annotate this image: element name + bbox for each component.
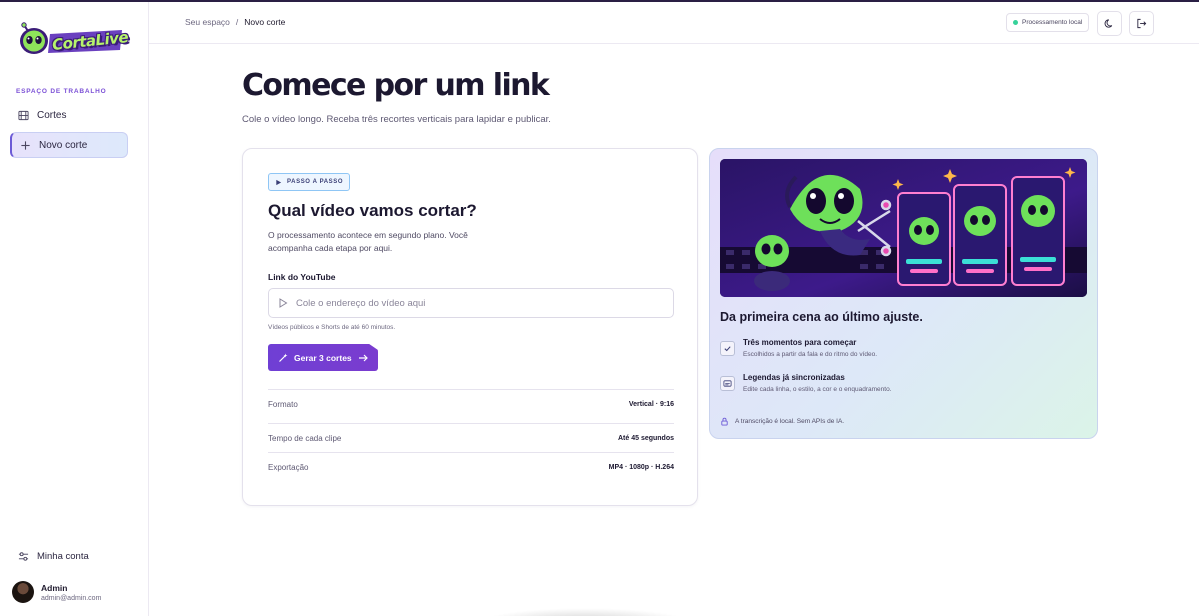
avatar — [12, 581, 34, 603]
user-name: Admin — [41, 582, 68, 593]
sliders-icon — [18, 551, 29, 561]
sidebar-item-label: Novo corte — [39, 139, 88, 151]
spec-value: MP4 · 1080p · H.264 — [608, 463, 674, 471]
sidebar-item-minha-conta[interactable]: Minha conta — [10, 547, 128, 565]
status-text: Processamento local — [1022, 19, 1083, 26]
workspace-section-label: ESPAÇO DE TRABALHO — [16, 88, 107, 95]
breadcrumb-seu-espaco[interactable]: Seu espaço — [185, 17, 230, 27]
breadcrumb-separator: / — [235, 17, 239, 27]
youtube-link-label: Link do YouTube — [268, 272, 336, 282]
privacy-note: A transcrição é local. Sem APIs de IA. — [720, 417, 844, 426]
sidebar: CortaLive ESPAÇO DE TRABALHO Cortes Novo… — [0, 2, 149, 616]
promo-title: Da primeira cena ao último ajuste. — [720, 310, 923, 324]
generate-cuts-button[interactable]: Gerar 3 cortes — [268, 344, 378, 371]
privacy-text: A transcrição é local. Sem APIs de IA. — [735, 418, 845, 425]
page-subtitle: Cole o vídeo longo. Receba três recortes… — [242, 114, 551, 125]
spec-key: Exportação — [268, 462, 309, 472]
feature-item: Três momentos para começar Escolhidos a … — [720, 338, 877, 358]
status-badge: Processamento local — [1006, 13, 1090, 32]
spec-key: Tempo de cada clipe — [268, 433, 342, 443]
feature-title: Três momentos para começar — [743, 338, 857, 347]
form-title: Qual vídeo vamos cortar? — [268, 201, 477, 220]
generate-cuts-label: Gerar 3 cortes — [294, 352, 352, 363]
feature-item: Legendas já sincronizadas Edite cada lin… — [720, 373, 892, 393]
spec-key: Formato — [268, 399, 298, 409]
user-profile[interactable]: Admin admin@admin.com — [12, 581, 101, 603]
magic-wand-icon — [279, 353, 288, 362]
logout-button[interactable] — [1129, 11, 1154, 36]
minha-conta-label: Minha conta — [37, 550, 89, 562]
breadcrumb: Seu espaço / Novo corte — [185, 17, 285, 27]
new-cut-form-card: PASSO A PASSO Qual vídeo vamos cortar? O… — [242, 148, 698, 506]
topbar: Seu espaço / Novo corte Processamento lo… — [149, 2, 1199, 44]
feature-title: Legendas já sincronizadas — [743, 373, 845, 382]
app-logo[interactable]: CortaLive — [14, 22, 129, 58]
aliens-editing-illustration — [720, 159, 1087, 297]
spec-value: Até 45 segundos — [617, 434, 674, 442]
moon-icon — [1104, 19, 1113, 28]
spec-row-formato: Formato Vertical · 9:16 — [268, 389, 674, 418]
sidebar-item-novo-corte[interactable]: Novo corte — [10, 132, 128, 158]
feature-description: Edite cada linha, o estilo, a cor e o en… — [743, 386, 892, 393]
lock-icon — [721, 417, 728, 426]
film-icon — [18, 110, 29, 120]
breadcrumb-current: Novo corte — [244, 17, 286, 27]
plus-icon — [21, 140, 30, 150]
page-title: Comece por um link — [242, 68, 550, 103]
form-description: O processamento acontece em segundo plan… — [268, 230, 468, 253]
theme-toggle-button[interactable] — [1097, 11, 1122, 36]
sidebar-item-label: Cortes — [37, 109, 67, 121]
sidebar-item-cortes[interactable]: Cortes — [10, 102, 128, 128]
input-hint: Vídeos públicos e Shorts de até 60 minut… — [268, 324, 396, 331]
spec-row-exportacao: Exportação MP4 · 1080p · H.264 — [268, 452, 674, 481]
feature-promo-card: Da primeira cena ao último ajuste. Três … — [709, 148, 1098, 439]
logout-icon — [1137, 18, 1147, 29]
arrow-right-icon — [358, 354, 368, 361]
step-badge-label: PASSO A PASSO — [287, 179, 344, 185]
youtube-url-input[interactable] — [296, 297, 656, 309]
youtube-url-field[interactable] — [268, 288, 674, 318]
check-icon — [720, 341, 735, 356]
step-badge: PASSO A PASSO — [268, 173, 351, 191]
status-dot-icon — [1013, 20, 1018, 25]
play-icon — [276, 179, 282, 185]
bottom-shadow — [480, 608, 690, 616]
subtitles-icon — [720, 376, 735, 391]
feature-description: Escolhidos a partir da fala e do ritmo d… — [743, 351, 878, 358]
spec-row-tempo: Tempo de cada clipe Até 45 segundos — [268, 423, 674, 452]
play-outline-icon — [279, 298, 288, 308]
user-email: admin@admin.com — [41, 594, 102, 602]
hero-illustration — [720, 159, 1087, 297]
spec-value: Vertical · 9:16 — [628, 400, 674, 408]
